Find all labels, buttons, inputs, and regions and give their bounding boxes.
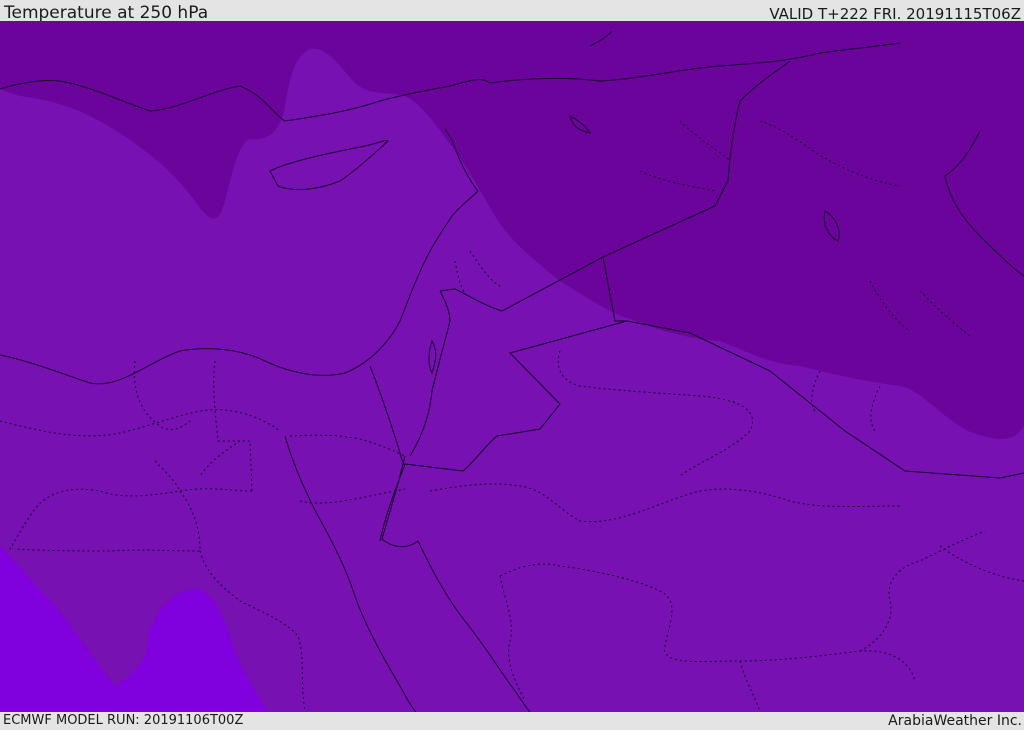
footer-bar: ECMWF MODEL RUN: 20191106T00Z ArabiaWeat… [0,712,1024,729]
header-bar: Temperature at 250 hPa VALID T+222 FRI. … [0,0,1024,23]
model-run-label: ECMWF MODEL RUN: 20191106T00Z [3,713,244,728]
temperature-map[interactable] [0,21,1024,712]
map-title: Temperature at 250 hPa [4,3,209,23]
credit-label: ArabiaWeather Inc. [888,713,1022,729]
map-panel[interactable] [0,21,1024,712]
